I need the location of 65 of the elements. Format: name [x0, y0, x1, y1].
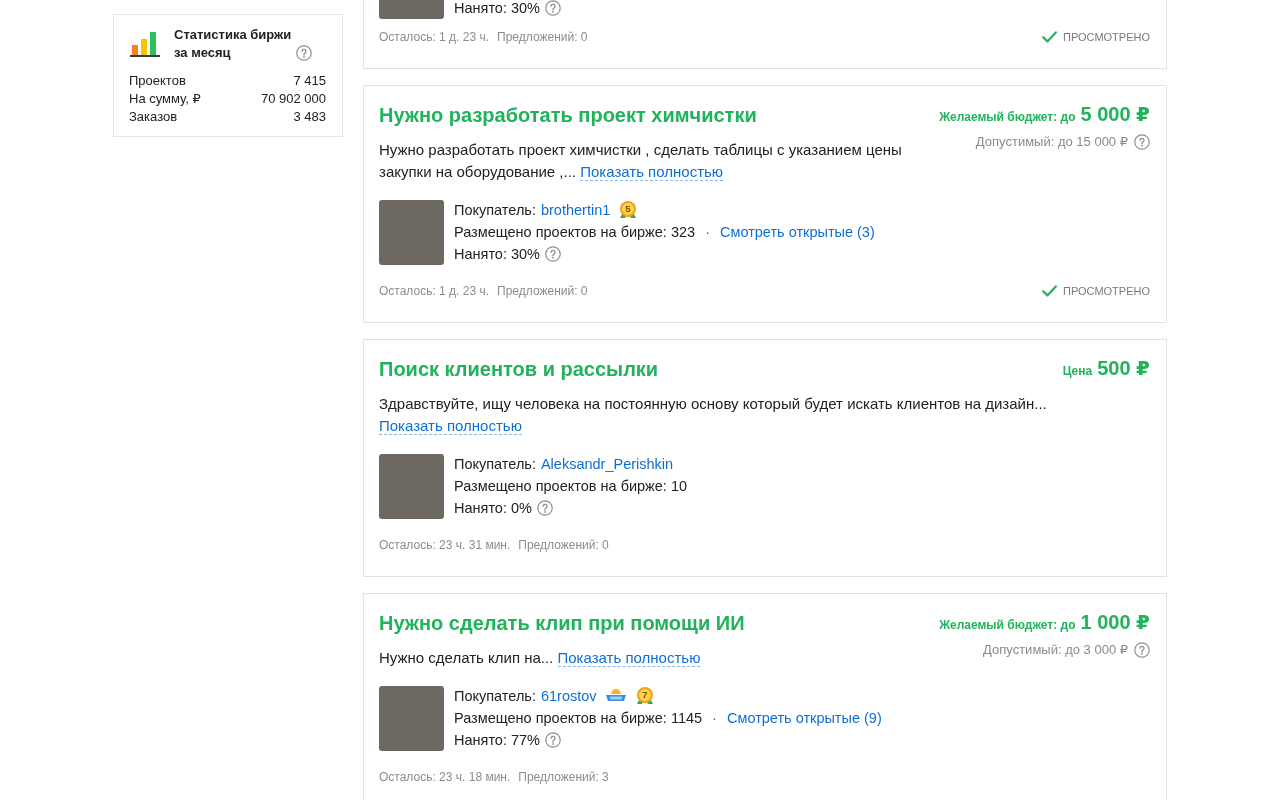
price-label: Цена — [1062, 363, 1093, 380]
offers-count: Предложений: 0 — [497, 29, 588, 45]
price-label: Желаемый бюджет: до — [939, 617, 1076, 634]
hired-text: Нанято: 30% — [454, 245, 541, 264]
time-left-text: Осталось: 23 ч. 18 мин. — [379, 769, 511, 785]
project-description: Нужно сделать клип на... Показать полностью — [379, 648, 702, 669]
stat-value: 7 415 — [293, 72, 326, 90]
stat-value: 70 902 000 — [260, 90, 326, 108]
project-title[interactable]: Поиск клиентов и рассылки — [379, 355, 659, 383]
projects-posted-text: Размещено проектов на бирже: 10 — [454, 477, 688, 496]
badge-icon — [604, 688, 627, 704]
project-title[interactable]: Нужно разработать проект химчистки — [379, 101, 757, 129]
level-badge: 7 — [634, 686, 655, 706]
offers-count: Предложений: 3 — [518, 769, 609, 785]
hired-text: Нанято: 0% — [454, 499, 532, 518]
stat-value: 3 483 — [293, 108, 326, 126]
buyer-name-link[interactable]: brothertin1 — [540, 199, 611, 221]
stat-label: Проектов — [129, 72, 186, 90]
price-amount: 500 ₽ — [1097, 356, 1150, 381]
offers-count: Предложений: 0 — [497, 283, 588, 299]
buyer-label: Покупатель: — [454, 455, 536, 474]
buyer-name-link[interactable]: Aleksandr_Perishkin — [540, 453, 674, 475]
avatar-placeholder — [379, 200, 444, 265]
show-more-link[interactable]: Показать полностью — [379, 417, 522, 435]
projects-posted-text: Размещено проектов на бирже: 323 — [454, 223, 696, 242]
time-left-text: Осталось: 23 ч. 31 мин. — [379, 537, 511, 553]
help-icon[interactable] — [545, 246, 562, 262]
max-budget-text: Допустимый: до 3 000 ₽ — [983, 641, 1128, 659]
offers-count: Предложений: 0 — [518, 537, 609, 553]
help-icon[interactable] — [545, 732, 562, 748]
separator-dot: · — [705, 223, 710, 242]
hired-text: Нанято: 77% — [454, 731, 541, 750]
price-amount: 5 000 ₽ — [1080, 102, 1150, 127]
separator-dot: · — [712, 709, 717, 728]
price-amount: 1 000 ₽ — [1080, 610, 1150, 635]
project-description: Нужно разработать проект химчистки , сделать таблицы с указанием цены закупки на оборудование ,... Показать полностью — [379, 140, 903, 183]
max-budget-text: Допустимый: до 15 000 ₽ — [975, 133, 1128, 151]
bar-chart-icon — [130, 31, 160, 57]
stats-title: Статистика биржи за месяц — [174, 26, 292, 62]
price-label: Желаемый бюджет: до — [939, 109, 1076, 126]
help-icon[interactable] — [536, 500, 553, 516]
stat-label: На сумму, ₽ — [129, 90, 201, 108]
avatar-placeholder — [379, 686, 444, 751]
stat-label: Заказов — [129, 108, 178, 126]
project-description: Здравствуйте, ищу человека на постоянную основу который будет искать клиентов на дизайн... Показать полностью — [379, 394, 1048, 437]
hired-text: Нанято: 30% — [454, 0, 541, 18]
buyer-label: Покупатель: — [454, 201, 536, 220]
help-icon[interactable] — [1134, 642, 1150, 658]
show-more-link[interactable]: Показать полностью — [557, 649, 701, 667]
help-icon[interactable] — [545, 0, 562, 16]
buyer-name-link[interactable]: 61rostov — [540, 685, 597, 707]
help-icon[interactable] — [1134, 134, 1150, 150]
open-projects-link[interactable]: Смотреть открытые (9) — [726, 707, 882, 729]
viewed-label: ПРОСМОТРЕНО — [1063, 30, 1150, 45]
projects-posted-text: Размещено проектов на бирже: 1145 — [454, 709, 703, 728]
level-badge: 5 — [618, 200, 639, 220]
viewed-label: ПРОСМОТРЕНО — [1063, 284, 1150, 299]
time-left-text: Осталось: 1 д. 23 ч. — [379, 283, 490, 299]
avatar-placeholder — [379, 454, 444, 519]
help-icon[interactable] — [296, 45, 312, 61]
show-more-link[interactable]: Показать полностью — [580, 163, 724, 181]
project-title[interactable]: Нужно сделать клип при помощи ИИ — [379, 609, 745, 637]
open-projects-link[interactable]: Смотреть открытые (3) — [719, 221, 875, 243]
buyer-label: Покупатель: — [454, 687, 536, 706]
time-left-text: Осталось: 1 д. 23 ч. — [379, 29, 490, 45]
